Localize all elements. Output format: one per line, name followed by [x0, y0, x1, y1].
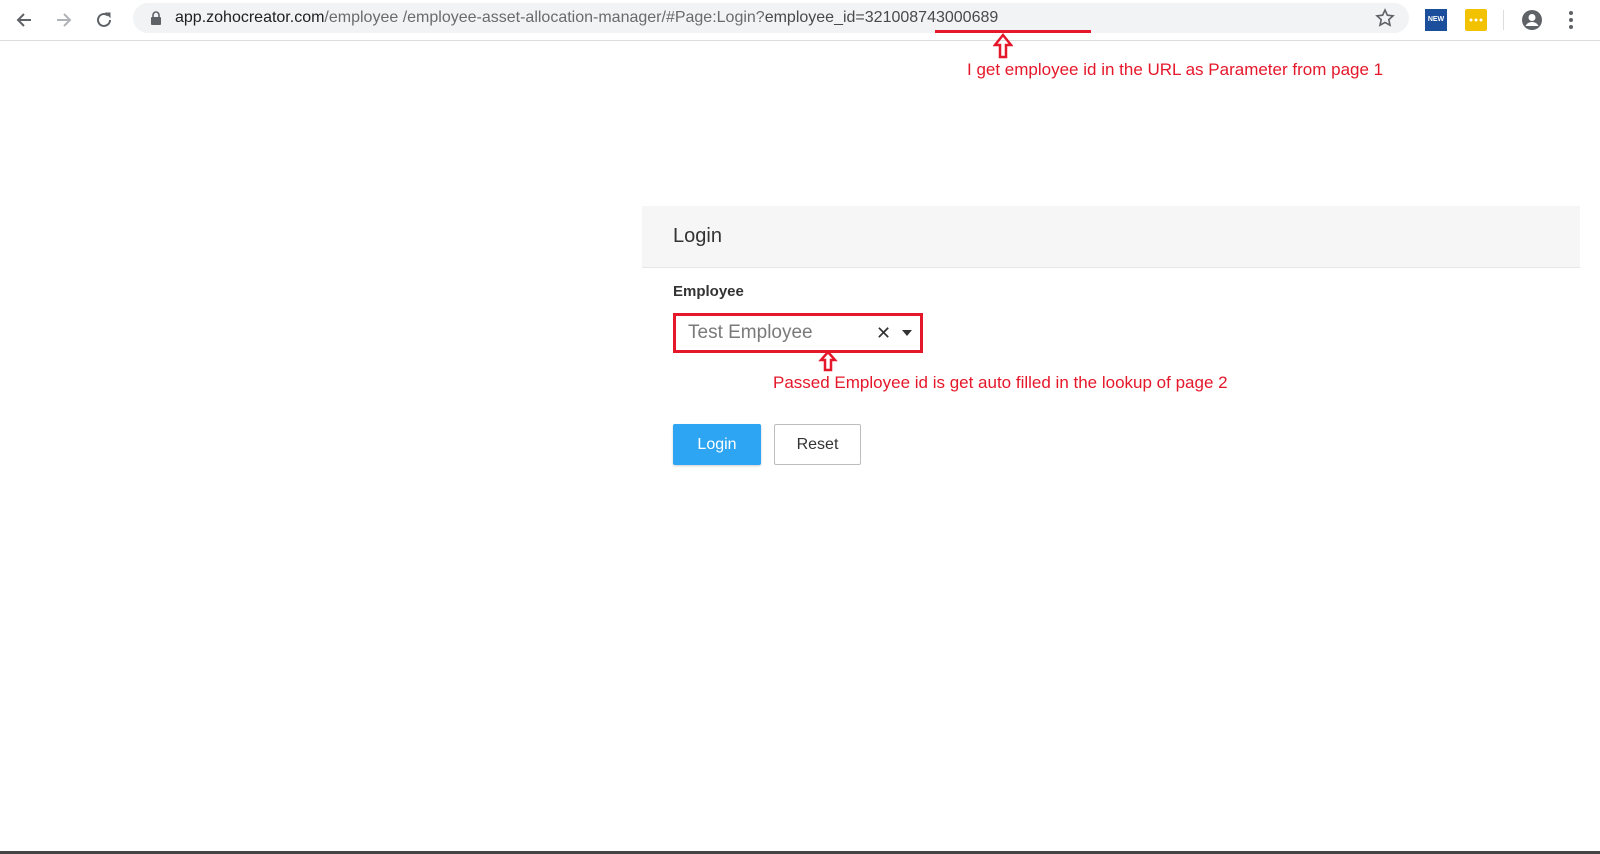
dropdown-caret-icon[interactable]	[902, 330, 912, 336]
back-button[interactable]	[10, 6, 38, 34]
lock-icon	[151, 11, 161, 25]
toolbar-divider	[1503, 10, 1504, 30]
forward-button[interactable]	[50, 6, 78, 34]
browser-menu-button[interactable]	[1560, 9, 1582, 31]
url-param-underline	[935, 30, 1091, 33]
url-annotation: I get employee id in the URL as Paramete…	[967, 60, 1383, 80]
url-annotation-part1: I get employee id in the URL as Paramete…	[967, 60, 1288, 79]
vertical-dots-icon	[1569, 11, 1573, 29]
news-extension-icon[interactable]: NEW	[1425, 9, 1447, 31]
account-circle-icon	[1522, 10, 1542, 30]
lookup-annotation: Passed Employee id is get auto filled in…	[773, 373, 1228, 392]
up-arrow-icon	[818, 350, 838, 372]
employee-field-label: Employee	[673, 283, 744, 300]
url-param-value: 321008743000689	[864, 9, 999, 26]
up-arrow-icon	[993, 33, 1013, 59]
url-host: app.zohocreator.com	[175, 9, 325, 26]
login-card-header: Login	[642, 206, 1580, 268]
url-param-key: employee_id=	[764, 9, 865, 26]
url-path-2: /employee-asset-allocation-manager/#Page…	[398, 9, 765, 26]
employee-lookup[interactable]: Test Employee ✕	[673, 313, 923, 353]
browser-toolbar: app.zohocreator.com/employee /employee-a…	[0, 0, 1600, 41]
url-path-1: /employee	[324, 9, 399, 26]
dots-icon	[1469, 18, 1483, 22]
reset-button[interactable]: Reset	[774, 424, 861, 465]
news-extension-label: NEW	[1427, 16, 1445, 23]
address-bar[interactable]: app.zohocreator.com/employee /employee-a…	[133, 3, 1409, 33]
page-title: Login	[673, 225, 722, 247]
reload-button[interactable]	[90, 6, 118, 34]
employee-lookup-value: Test Employee	[688, 322, 813, 343]
login-button[interactable]: Login	[673, 424, 761, 465]
forward-arrow-icon	[57, 13, 72, 27]
back-arrow-icon	[16, 13, 31, 27]
url-annotation-part2: from page 1	[1292, 60, 1384, 79]
profile-avatar[interactable]	[1521, 9, 1543, 31]
reload-icon	[97, 12, 111, 27]
yellow-extension-icon[interactable]	[1465, 9, 1487, 31]
url-text[interactable]: app.zohocreator.com/employee /employee-a…	[175, 3, 998, 33]
bookmark-star-icon[interactable]	[1375, 8, 1395, 28]
clear-icon[interactable]: ✕	[876, 316, 891, 350]
